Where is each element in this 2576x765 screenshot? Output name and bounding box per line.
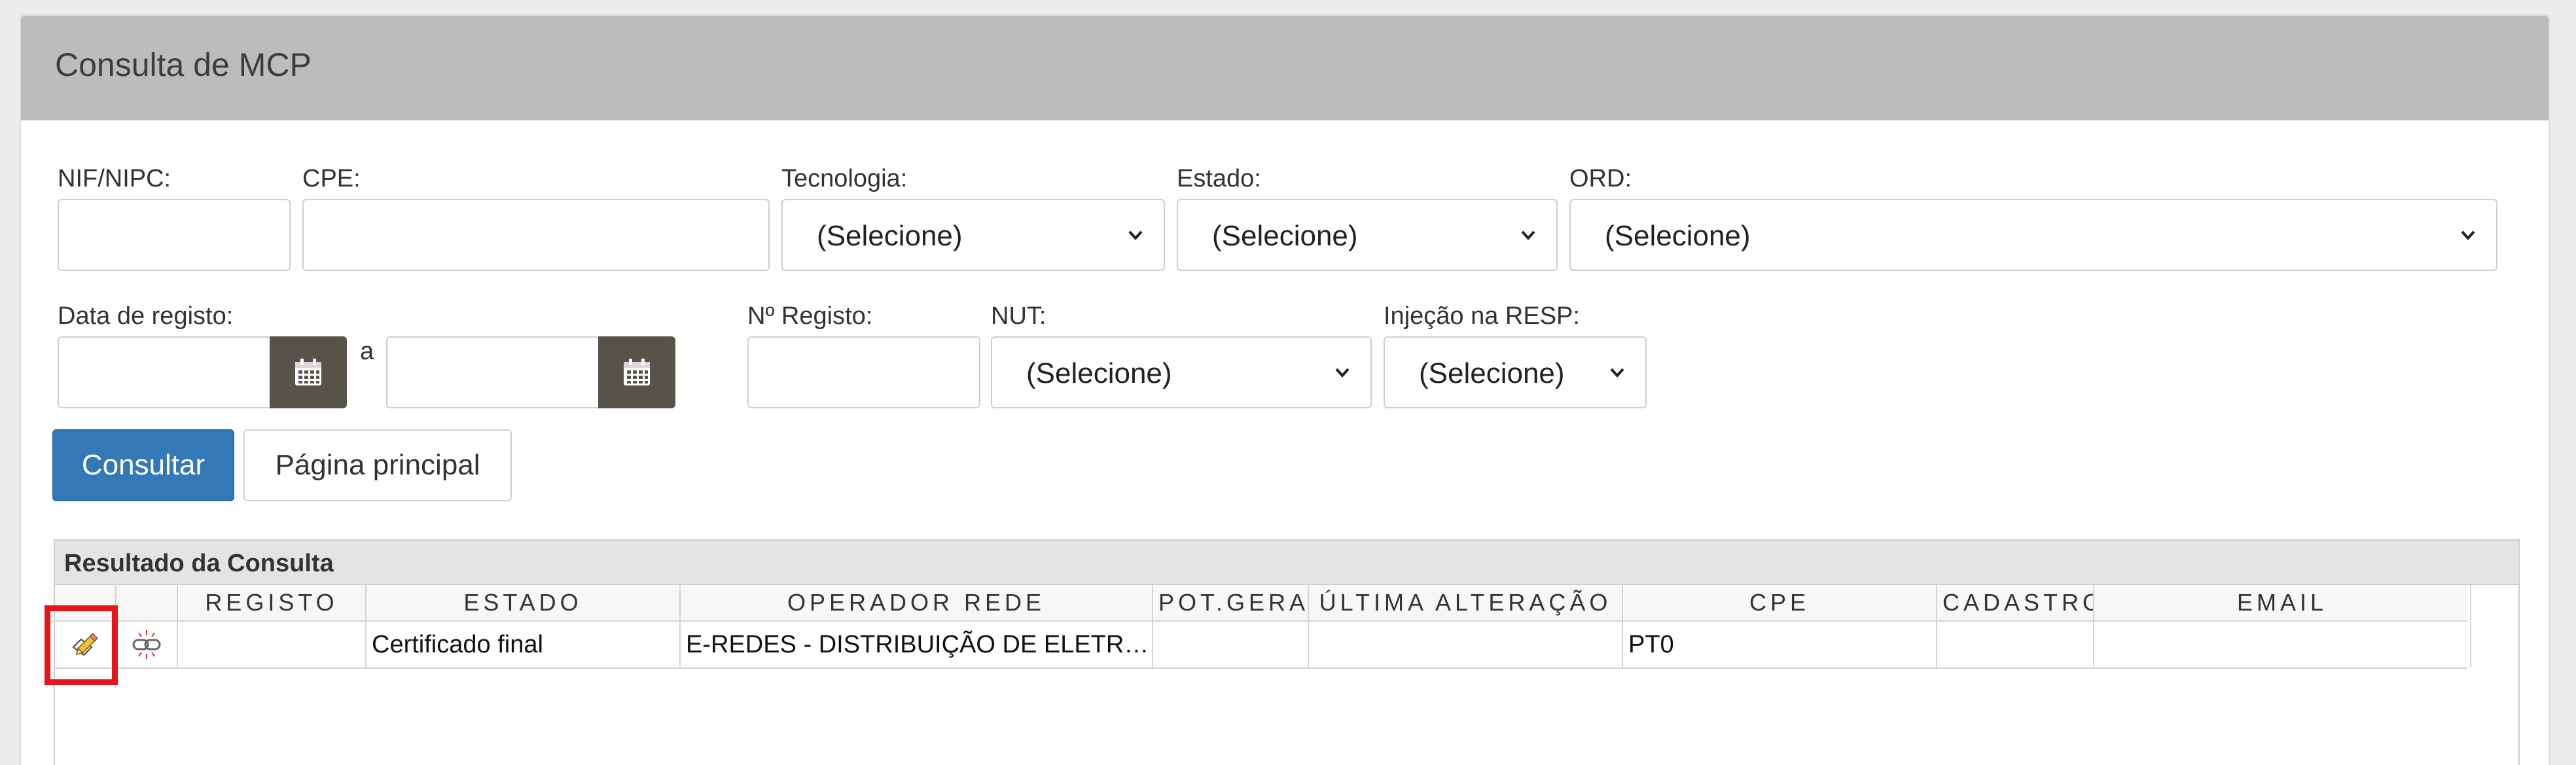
- results-header-row: REGISTO ESTADO OPERADOR REDE POT.GERADOR…: [55, 585, 2471, 622]
- chevron-down-icon: [1128, 230, 1143, 240]
- data-to-input[interactable]: [386, 336, 602, 408]
- column-header-operador-rede[interactable]: OPERADOR REDE: [681, 585, 1153, 620]
- column-header-link: [116, 585, 178, 620]
- cell-cpe: PT0: [1623, 622, 1937, 667]
- results-grid: Resultado da Consulta REGISTO ESTADO OPE…: [54, 539, 2520, 765]
- table-row: Certificado final E-REDES - DISTRIBUIÇÃO…: [55, 622, 2471, 669]
- chevron-down-icon: [1521, 230, 1535, 240]
- injecao-select[interactable]: (Selecione): [1384, 336, 1647, 408]
- n-registo-input[interactable]: [747, 336, 980, 408]
- ord-select[interactable]: (Selecione): [1569, 199, 2497, 271]
- cell-email: [2094, 622, 2471, 667]
- column-header-cpe[interactable]: CPE: [1623, 585, 1937, 620]
- link-cell: [116, 622, 178, 667]
- consulta-panel: Consulta de MCP NIF/NIPC: CPE: Tecnologi…: [20, 14, 2550, 765]
- cell-operador-rede: E-REDES - DISTRIBUIÇÃO DE ELETRICIDADE, …: [681, 622, 1153, 667]
- results-caption: Resultado da Consulta: [64, 550, 334, 577]
- cpe-label: CPE:: [302, 165, 361, 192]
- cell-cadastro: [1937, 622, 2094, 667]
- chevron-down-icon: [1610, 368, 1624, 378]
- calendar-from-button[interactable]: [270, 336, 347, 408]
- column-header-estado[interactable]: ESTADO: [367, 585, 681, 620]
- cell-registo: [178, 622, 367, 667]
- injecao-label: Injeção na RESP:: [1384, 302, 1580, 330]
- cell-pot-geradora: [1153, 622, 1309, 667]
- column-header-email[interactable]: EMAIL: [2094, 585, 2471, 620]
- n-registo-label: Nº Registo:: [747, 302, 873, 330]
- nif-label: NIF/NIPC:: [58, 165, 171, 192]
- chevron-down-icon: [1335, 368, 1350, 378]
- pagina-principal-button[interactable]: Página principal: [243, 429, 512, 501]
- date-range-separator: a: [360, 338, 374, 365]
- nif-input[interactable]: [58, 199, 291, 271]
- calendar-icon: [295, 359, 321, 385]
- column-header-cadastro[interactable]: CADASTRO: [1937, 585, 2094, 620]
- data-registo-label: Data de registo:: [58, 302, 234, 330]
- calendar-icon: [624, 359, 650, 385]
- ord-label: ORD:: [1569, 165, 1632, 192]
- page-title: Consulta de MCP: [55, 46, 312, 83]
- estado-select[interactable]: (Selecione): [1177, 199, 1558, 271]
- data-from-input[interactable]: [58, 336, 274, 408]
- cell-ultima-alteracao: [1309, 622, 1623, 667]
- edit-icon-highlight-box: [45, 605, 118, 685]
- consultar-button[interactable]: Consultar: [52, 429, 234, 501]
- chevron-down-icon: [2461, 230, 2475, 240]
- panel-header: Consulta de MCP: [21, 16, 2549, 120]
- column-header-ultima-alteracao[interactable]: ÚLTIMA ALTERAÇÃO: [1309, 585, 1623, 620]
- calendar-to-button[interactable]: [598, 336, 675, 408]
- column-header-registo[interactable]: REGISTO: [178, 585, 367, 620]
- nut-select[interactable]: (Selecione): [991, 336, 1372, 408]
- results-caption-bar: Resultado da Consulta: [55, 541, 2518, 585]
- estado-label: Estado:: [1177, 165, 1261, 192]
- broken-link-icon[interactable]: [130, 628, 164, 662]
- cell-estado: Certificado final: [367, 622, 681, 667]
- cpe-input[interactable]: [302, 199, 770, 271]
- tecnologia-select[interactable]: (Selecione): [781, 199, 1165, 271]
- column-header-pot-geradora[interactable]: POT.GERADORA: [1153, 585, 1309, 620]
- tecnologia-label: Tecnologia:: [781, 165, 908, 192]
- nut-label: NUT:: [991, 302, 1046, 330]
